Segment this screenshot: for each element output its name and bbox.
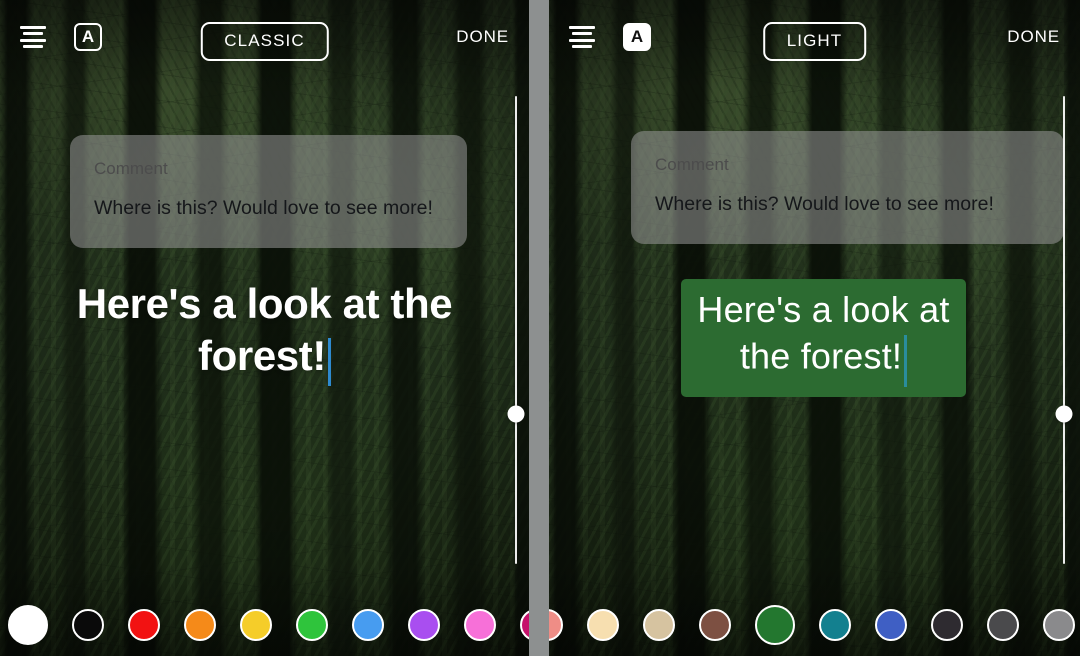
panel-light: A LIGHT DONE Comment Where is this? Woul… [549, 0, 1080, 656]
text-cursor [327, 337, 331, 386]
comment-body-text: Where is this? Would love to see more! [94, 197, 433, 219]
color-palette[interactable] [0, 594, 529, 656]
color-swatch-pink[interactable] [464, 609, 496, 641]
color-swatch-brown[interactable] [699, 609, 731, 641]
text-cursor [904, 335, 908, 388]
color-swatch-yellow[interactable] [240, 609, 272, 641]
slider-knob[interactable] [1055, 405, 1073, 423]
top-toolbar: A CLASSIC DONE [0, 0, 529, 74]
panel-divider [529, 0, 549, 656]
align-center-icon[interactable] [20, 26, 46, 48]
align-center-icon[interactable] [569, 26, 595, 48]
comment-card[interactable]: Comment Where is this? Would love to see… [631, 131, 1064, 244]
caption-text-light[interactable]: Here's a look at the forest! [681, 279, 966, 398]
slider-knob[interactable] [507, 405, 525, 423]
color-swatch-white[interactable] [8, 605, 48, 645]
color-swatch-gray[interactable] [1043, 609, 1075, 641]
font-size-slider[interactable] [507, 96, 525, 564]
color-swatch-magenta[interactable] [520, 609, 529, 641]
comparison-stage: A CLASSIC DONE Comment Where is this? Wo… [0, 0, 1080, 656]
slider-track [515, 96, 517, 564]
color-swatch-purple[interactable] [408, 609, 440, 641]
done-button[interactable]: DONE [456, 27, 509, 47]
comment-body-text: Where is this? Would love to see more! [655, 193, 994, 215]
top-toolbar: A LIGHT DONE [549, 0, 1080, 74]
caption-text-value: Here's a look at the forest! [697, 289, 950, 377]
font-style-pill-button[interactable]: LIGHT [762, 22, 867, 61]
text-style-a-icon[interactable]: A [623, 23, 651, 51]
color-swatch-orange[interactable] [184, 609, 216, 641]
color-swatch-dark-gray[interactable] [987, 609, 1019, 641]
color-swatch-cream[interactable] [587, 609, 619, 641]
comment-card[interactable]: Comment Where is this? Would love to see… [70, 135, 467, 248]
color-swatch-forest-green[interactable] [755, 605, 795, 645]
panel-classic: A CLASSIC DONE Comment Where is this? Wo… [0, 0, 529, 656]
caption-text-classic[interactable]: Here's a look at the forest! [58, 278, 471, 386]
color-palette[interactable] [549, 594, 1080, 656]
color-swatch-teal[interactable] [819, 609, 851, 641]
slider-track [1063, 96, 1065, 564]
font-size-slider[interactable] [1055, 96, 1073, 564]
color-swatch-salmon[interactable] [549, 609, 563, 641]
comment-label: Comment [94, 159, 168, 178]
color-swatch-green[interactable] [296, 609, 328, 641]
color-swatch-blue[interactable] [352, 609, 384, 641]
done-button[interactable]: DONE [1007, 27, 1060, 47]
text-style-a-icon[interactable]: A [74, 23, 102, 51]
font-style-pill-button[interactable]: CLASSIC [200, 22, 329, 61]
color-swatch-red[interactable] [128, 609, 160, 641]
color-swatch-royal-blue[interactable] [875, 609, 907, 641]
color-swatch-tan[interactable] [643, 609, 675, 641]
caption-text-value: Here's a look at the forest! [76, 280, 453, 380]
color-swatch-charcoal[interactable] [931, 609, 963, 641]
comment-label: Comment [655, 155, 729, 174]
color-swatch-black[interactable] [72, 609, 104, 641]
